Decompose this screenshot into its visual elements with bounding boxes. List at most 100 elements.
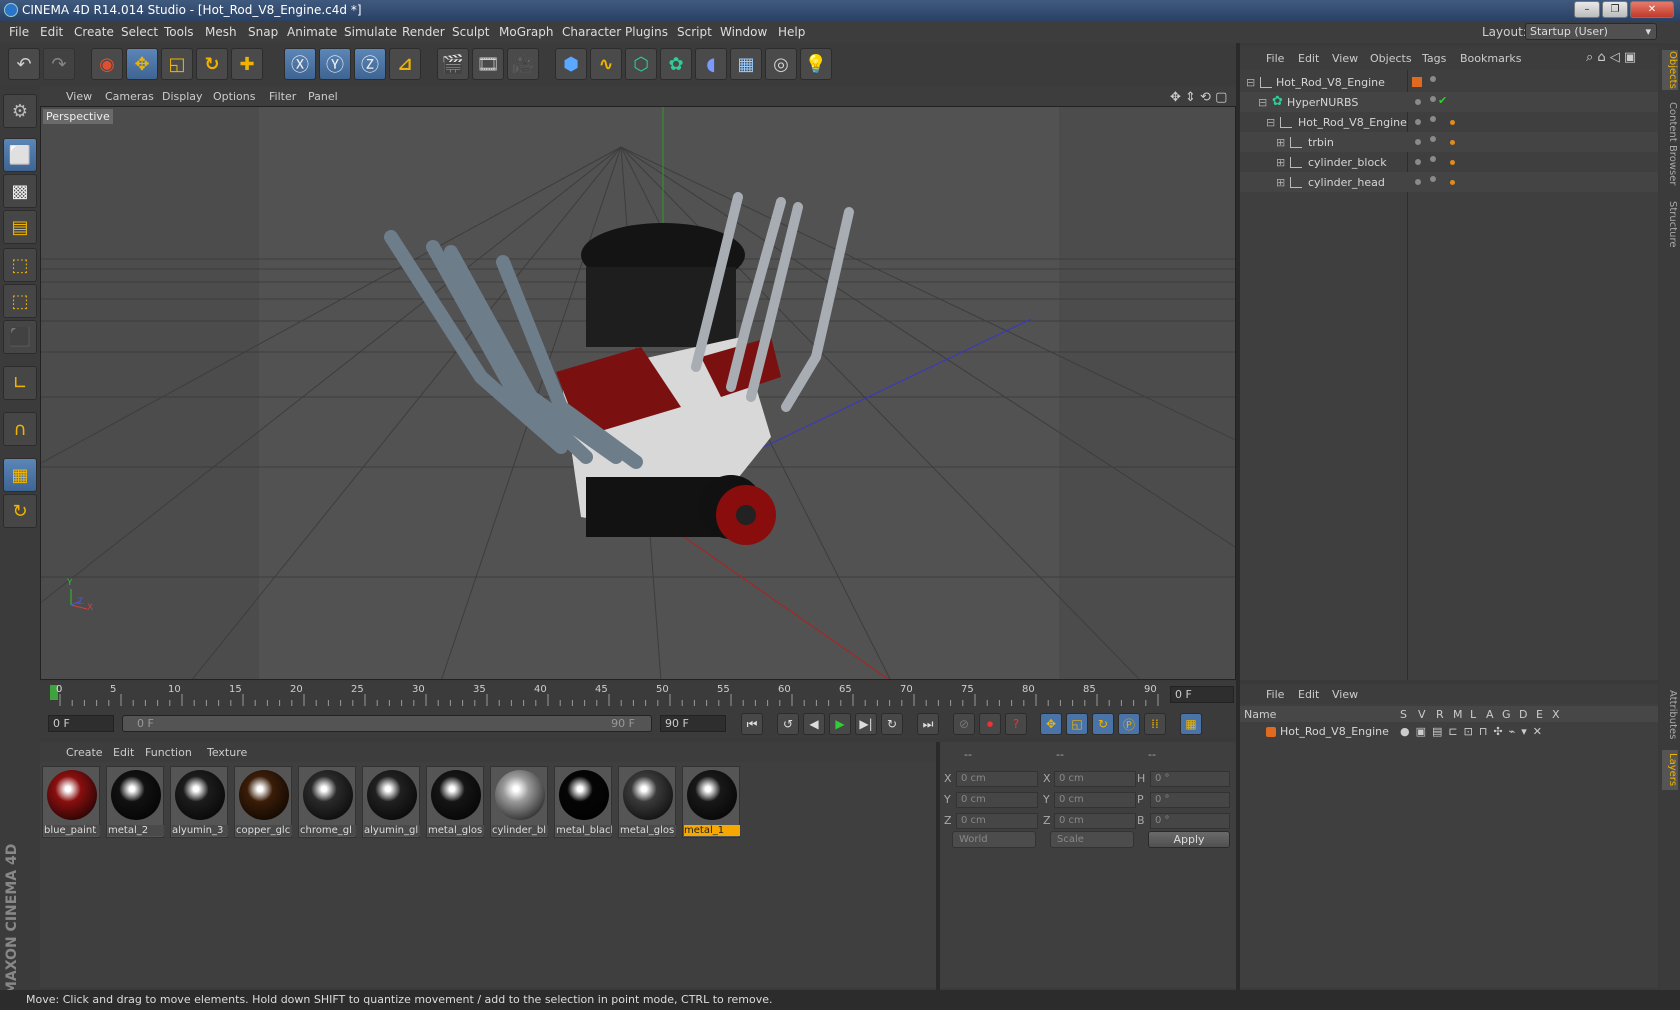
viewport-menu-cameras[interactable]: Cameras	[105, 90, 154, 103]
minimize-button[interactable]: –	[1574, 1, 1600, 18]
render-visibility-dot[interactable]	[1430, 136, 1436, 142]
menu-snap[interactable]: Snap	[248, 25, 278, 39]
column-animation[interactable]: A	[1486, 708, 1494, 721]
move-tool-icon[interactable]: ✥	[126, 48, 158, 80]
material-menu-edit[interactable]: Edit	[113, 746, 134, 759]
object-menu-edit[interactable]: Edit	[1298, 52, 1319, 65]
object-row[interactable]: ⊞ cylinder_block	[1240, 152, 1658, 172]
tab-content-browser[interactable]: Content Browser	[1662, 98, 1678, 190]
panel-splitter[interactable]	[1236, 43, 1240, 990]
coordinate-system-icon[interactable]: ⊿	[389, 48, 421, 80]
material-tag-icon[interactable]	[1450, 120, 1455, 125]
column-name[interactable]: Name	[1244, 708, 1276, 721]
viewport-nav-icons[interactable]: ✥ ⇕ ⟲ ▢	[1170, 90, 1227, 105]
scene-floor-icon[interactable]: ▦	[730, 48, 762, 80]
rotate-tool-icon[interactable]: ↻	[196, 48, 228, 80]
undo-icon[interactable]: ↶	[8, 48, 40, 80]
play-forward-icon[interactable]: ▶	[829, 713, 851, 735]
tab-structure[interactable]: Structure	[1662, 198, 1678, 250]
material-swatch[interactable]: metal_glos	[618, 766, 676, 838]
material-swatch[interactable]: alyumin_gl	[362, 766, 420, 838]
editor-visibility-dot[interactable]	[1415, 139, 1421, 145]
cube-object-icon[interactable]: ⬢	[555, 48, 587, 80]
light-icon[interactable]: 💡	[800, 48, 832, 80]
keyframe-selection-icon[interactable]: ?	[1005, 713, 1027, 735]
column-manager[interactable]: M	[1453, 708, 1463, 721]
timeline-ruler[interactable]: 0 5 10 15 20 25 30 35 40 45 50 55 60 65 …	[40, 682, 1236, 708]
material-swatch[interactable]: metal_glos	[426, 766, 484, 838]
texture-mode-icon[interactable]: ▩	[3, 174, 37, 208]
key-rotation-icon[interactable]: ↻	[1092, 713, 1114, 735]
object-row[interactable]: ⊞ cylinder_head	[1240, 172, 1658, 192]
polygons-mode-icon[interactable]: ⬛	[3, 320, 37, 354]
object-menu-tags[interactable]: Tags	[1422, 52, 1446, 65]
material-swatch[interactable]: metal_blacl	[554, 766, 612, 838]
layer-menu-file[interactable]: File	[1266, 688, 1284, 701]
collapse-icon[interactable]: ⊟	[1258, 96, 1267, 109]
previous-key-icon[interactable]: ↺	[777, 713, 799, 735]
next-key-icon[interactable]: ↻	[881, 713, 903, 735]
material-swatch[interactable]: blue_paint	[42, 766, 100, 838]
solo-mode-icon[interactable]: ↻	[3, 494, 37, 528]
material-menu-texture[interactable]: Texture	[207, 746, 247, 759]
collapse-icon[interactable]: ⊟	[1266, 116, 1275, 129]
menu-mesh[interactable]: Mesh	[205, 25, 237, 39]
editor-visibility-dot[interactable]	[1415, 159, 1421, 165]
coord-pos-z-field[interactable]: 0 cm	[956, 813, 1038, 829]
timeline-window-icon[interactable]: ▦	[1180, 713, 1202, 735]
axis-mode-icon[interactable]: ∟	[3, 366, 37, 400]
viewport-menu-filter[interactable]: Filter	[269, 90, 296, 103]
x-axis-lock-icon[interactable]: Ⓧ	[284, 48, 316, 80]
maximize-button[interactable]: ❐	[1602, 1, 1628, 18]
spline-icon[interactable]: ∿	[590, 48, 622, 80]
menu-create[interactable]: Create	[74, 25, 114, 39]
previous-frame-icon[interactable]: ◀	[803, 713, 825, 735]
render-visibility-dot[interactable]	[1430, 116, 1436, 122]
array-icon[interactable]: ✿	[660, 48, 692, 80]
material-tag-icon[interactable]	[1450, 180, 1455, 185]
enabled-check-icon[interactable]: ✔	[1438, 94, 1447, 107]
edges-mode-icon[interactable]: ⬚	[3, 284, 37, 318]
camera-icon[interactable]: ◎	[765, 48, 797, 80]
coord-size-y-field[interactable]: 0 cm	[1054, 792, 1136, 808]
end-frame-field[interactable]: 90 F	[660, 715, 726, 732]
expand-icon[interactable]: ⊞	[1276, 176, 1285, 189]
panel-splitter[interactable]	[936, 742, 940, 990]
render-settings-icon[interactable]: 🎥	[507, 48, 539, 80]
redo-icon[interactable]: ↷	[43, 48, 75, 80]
menu-plugins[interactable]: Plugins	[625, 25, 668, 39]
tab-layers[interactable]: Layers	[1662, 750, 1678, 790]
workplane-lock-icon[interactable]: ▦	[3, 458, 37, 492]
layer-toggle-icons[interactable]: ●▣▤⊏⊡⊓✣⌁▾✕	[1400, 725, 1548, 738]
material-swatch[interactable]: cylinder_bl	[490, 766, 548, 838]
material-menu-function[interactable]: Function	[145, 746, 192, 759]
menu-file[interactable]: File	[9, 25, 29, 39]
expand-icon[interactable]: ⊞	[1276, 136, 1285, 149]
menu-animate[interactable]: Animate	[287, 25, 337, 39]
coord-size-x-field[interactable]: 0 cm	[1054, 771, 1136, 787]
object-menu-view[interactable]: View	[1332, 52, 1358, 65]
column-render[interactable]: R	[1436, 708, 1444, 721]
y-axis-lock-icon[interactable]: Ⓨ	[319, 48, 351, 80]
editor-visibility-dot[interactable]	[1430, 76, 1436, 82]
expand-icon[interactable]: ⊞	[1276, 156, 1285, 169]
go-to-start-icon[interactable]: ⏮	[741, 713, 763, 735]
column-expressions[interactable]: E	[1536, 708, 1543, 721]
object-search-icon[interactable]: ⌕ ⌂ ◁ ▣	[1586, 50, 1636, 65]
scale-tool-icon[interactable]: ◱	[161, 48, 193, 80]
menu-tools[interactable]: Tools	[164, 25, 194, 39]
material-swatch[interactable]: chrome_gl	[298, 766, 356, 838]
menu-character[interactable]: Character	[562, 25, 621, 39]
material-swatch[interactable]: metal_2	[106, 766, 164, 838]
material-menu-create[interactable]: Create	[66, 746, 103, 759]
nurbs-icon[interactable]: ⬡	[625, 48, 657, 80]
key-position-icon[interactable]: ✥	[1040, 713, 1062, 735]
layer-color-swatch[interactable]	[1266, 727, 1276, 737]
viewport-menu-view[interactable]: View	[66, 90, 92, 103]
coord-system-dropdown[interactable]: World	[952, 831, 1036, 848]
editor-visibility-dot[interactable]	[1415, 179, 1421, 185]
layer-color-swatch[interactable]	[1412, 77, 1422, 87]
tab-attributes[interactable]: Attributes	[1662, 686, 1678, 744]
go-to-end-icon[interactable]: ⏭	[917, 713, 939, 735]
column-generators[interactable]: G	[1502, 708, 1511, 721]
